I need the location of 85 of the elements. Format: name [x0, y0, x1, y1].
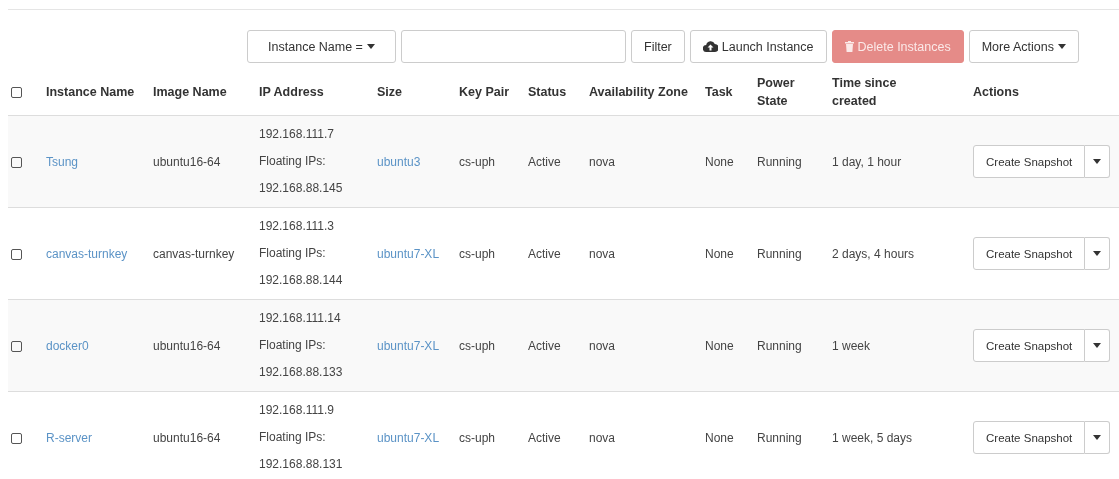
launch-instance-button[interactable]: Launch Instance [689, 30, 827, 63]
key-pair: cs-uph [459, 429, 497, 447]
task: None [705, 337, 735, 355]
column-header: Task [705, 83, 734, 101]
filter-button[interactable]: Filter [631, 30, 685, 63]
column-header: Power State [757, 74, 796, 110]
instance-link[interactable]: Tsung [46, 152, 137, 171]
status: Active [528, 429, 562, 447]
instance-link[interactable]: canvas-turnkey [46, 244, 137, 263]
time-since-created: 1 week [832, 337, 872, 355]
ip-address-line: 192.168.88.145 [259, 180, 344, 197]
size-link[interactable]: ubuntu7-XL [377, 428, 443, 447]
column-header: Status [528, 83, 568, 101]
row-checkbox[interactable] [11, 156, 22, 168]
actions-menu-button[interactable] [1085, 421, 1111, 454]
ip-address-line: Floating IPs: [259, 153, 327, 170]
column-header: Image Name [153, 83, 228, 101]
column-header: Instance Name [46, 83, 136, 101]
caret-icon [1093, 343, 1102, 348]
image-name: canvas-turnkey [153, 245, 236, 263]
column-header: Availability Zone [589, 83, 689, 101]
ip-address-line: 192.168.88.133 [259, 364, 344, 381]
trash-icon [844, 41, 854, 52]
key-pair: cs-uph [459, 153, 497, 171]
power-state: Running [757, 337, 803, 355]
cloud-upload-icon [702, 41, 718, 52]
size-link[interactable]: ubuntu7-XL [377, 244, 443, 263]
power-state: Running [757, 153, 803, 171]
availability-zone: nova [589, 429, 617, 447]
ip-address-line: 192.168.111.14 [259, 310, 342, 327]
ip-address-line: 192.168.111.3 [259, 218, 335, 235]
caret-icon [366, 44, 375, 49]
create-snapshot-button[interactable]: Create Snapshot [973, 145, 1086, 178]
image-name: ubuntu16-64 [153, 429, 222, 447]
actions-menu-button[interactable] [1085, 237, 1111, 270]
time-since-created: 1 week, 5 days [832, 429, 914, 447]
availability-zone: nova [589, 153, 617, 171]
create-snapshot-button[interactable]: Create Snapshot [973, 329, 1086, 362]
key-pair: cs-uph [459, 245, 497, 263]
image-name: ubuntu16-64 [153, 153, 222, 171]
instance-link[interactable]: docker0 [46, 336, 137, 355]
actions-menu-button[interactable] [1085, 329, 1111, 362]
power-state: Running [757, 245, 803, 263]
create-snapshot-button[interactable]: Create Snapshot [973, 421, 1086, 454]
row-checkbox[interactable] [11, 340, 22, 352]
caret-icon [1093, 251, 1102, 256]
status: Active [528, 153, 562, 171]
select-all-checkbox[interactable] [11, 86, 22, 98]
create-snapshot-button[interactable]: Create Snapshot [973, 237, 1086, 270]
instance-link[interactable]: R-server [46, 428, 137, 447]
ip-address-line: 192.168.111.9 [259, 402, 335, 419]
column-header: Actions [973, 83, 1020, 101]
image-name: ubuntu16-64 [153, 337, 222, 355]
task: None [705, 153, 735, 171]
status: Active [528, 337, 562, 355]
key-pair: cs-uph [459, 337, 497, 355]
ip-address-line: Floating IPs: [259, 337, 327, 354]
availability-zone: nova [589, 337, 617, 355]
filter-field-dropdown[interactable]: Instance Name = [247, 30, 396, 63]
actions-menu-button[interactable] [1085, 145, 1111, 178]
size-link[interactable]: ubuntu7-XL [377, 336, 443, 355]
caret-icon [1093, 159, 1102, 164]
row-checkbox[interactable] [11, 432, 22, 444]
time-since-created: 2 days, 4 hours [832, 245, 916, 263]
caret-icon [1093, 435, 1102, 440]
status: Active [528, 245, 562, 263]
power-state: Running [757, 429, 803, 447]
ip-address-line: 192.168.88.131 [259, 456, 344, 473]
column-header: Key Pair [459, 83, 511, 101]
row-checkbox[interactable] [11, 248, 22, 260]
ip-address-line: Floating IPs: [259, 429, 327, 446]
more-actions-button[interactable]: More Actions [968, 30, 1079, 63]
ip-address-line: Floating IPs: [259, 245, 327, 262]
caret-icon [1057, 44, 1066, 49]
time-since-created: 1 day, 1 hour [832, 153, 903, 171]
availability-zone: nova [589, 245, 617, 263]
ip-address-line: 192.168.111.7 [259, 126, 335, 143]
task: None [705, 245, 735, 263]
column-header: Size [377, 83, 403, 101]
column-header: IP Address [259, 83, 325, 101]
size-link[interactable]: ubuntu3 [377, 152, 443, 171]
ip-address-line: 192.168.88.144 [259, 272, 344, 289]
task: None [705, 429, 735, 447]
search-field[interactable] [401, 30, 626, 63]
column-header: Time since created [832, 74, 898, 110]
